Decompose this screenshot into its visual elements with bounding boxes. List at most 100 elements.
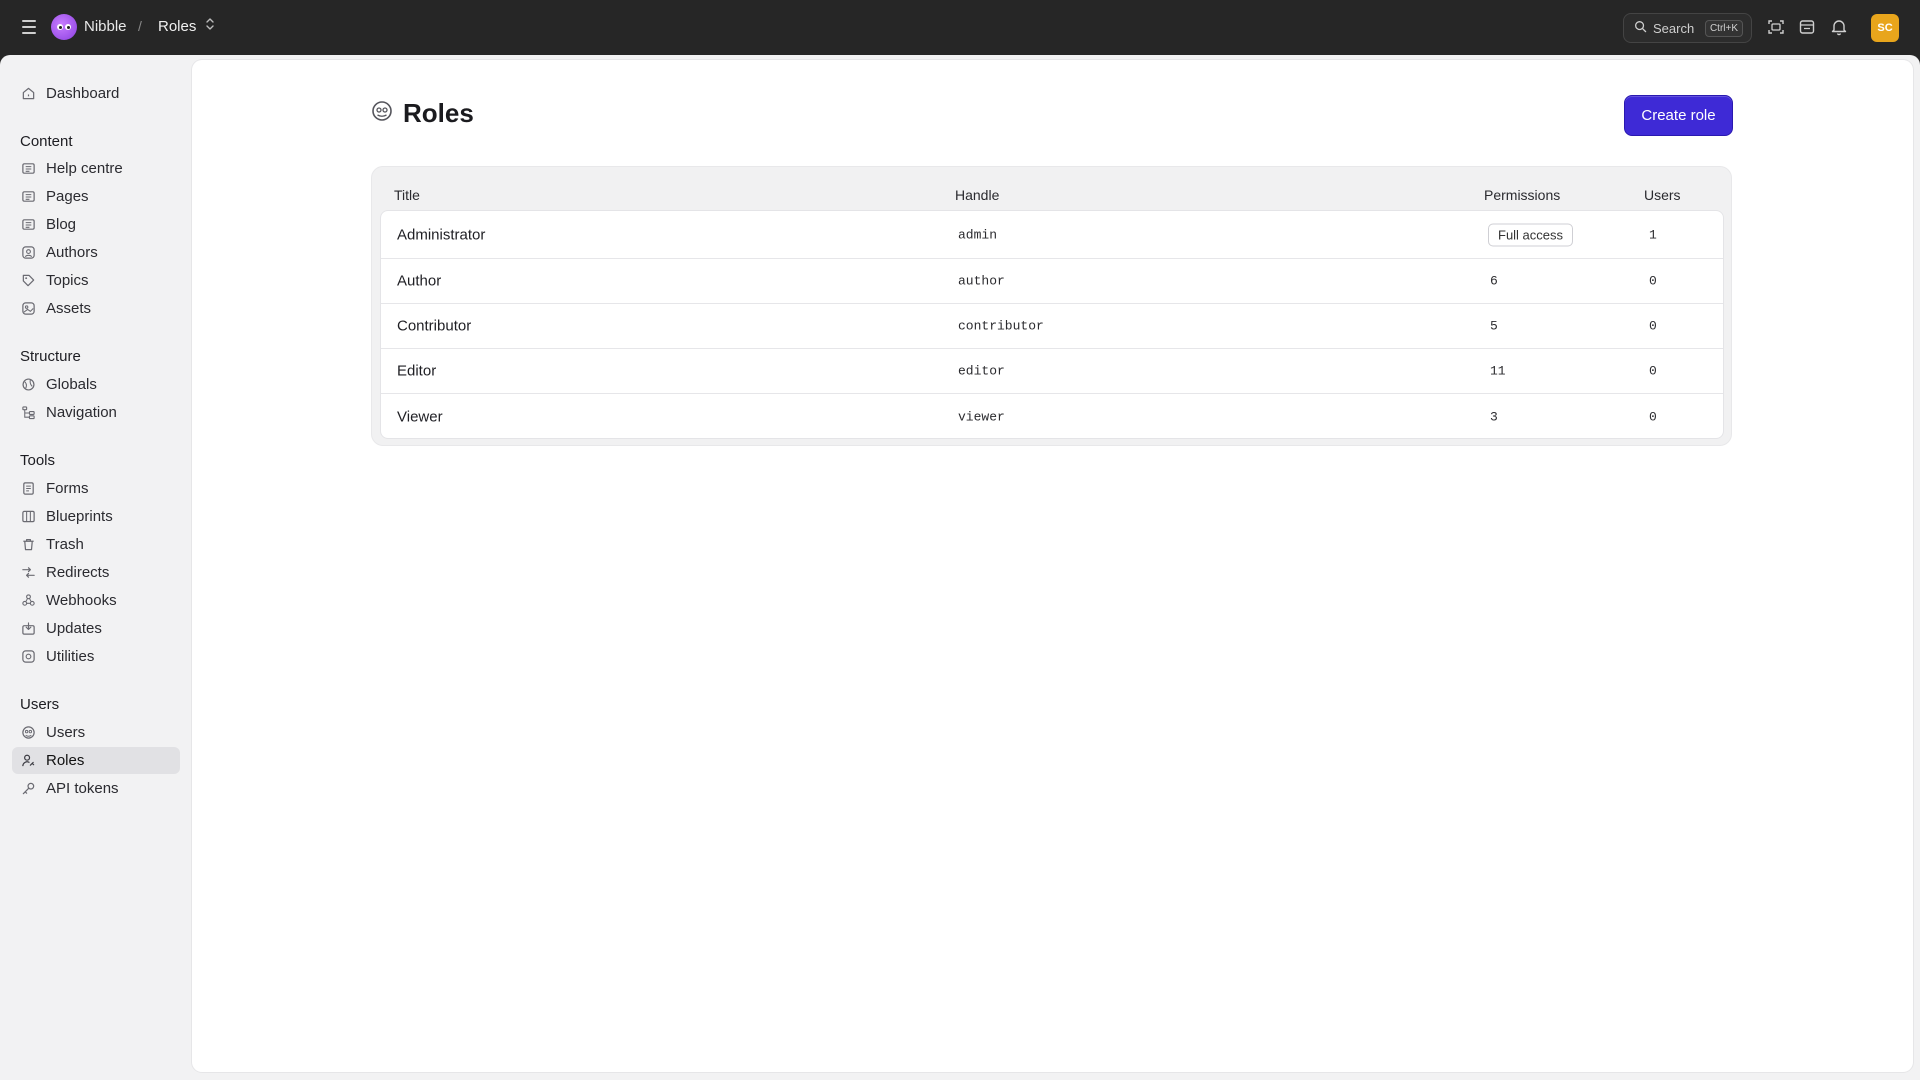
sidebar-item-label: Blog: [46, 216, 77, 233]
role-title-link[interactable]: Editor: [397, 363, 436, 380]
chevron-up-down-icon[interactable]: [203, 17, 217, 31]
sidebar-item-label: Forms: [46, 480, 89, 497]
sidebar-item-assets[interactable]: Assets: [12, 295, 180, 322]
table-row[interactable]: Editor editor 11 0: [381, 349, 1723, 394]
sidebar-item-help-centre[interactable]: Help centre: [12, 155, 180, 182]
user-circle-icon: [20, 245, 36, 261]
sidebar-item-dashboard[interactable]: Dashboard: [12, 80, 180, 107]
brand-logo-icon[interactable]: [51, 14, 77, 40]
sidebar-item-label: Users: [46, 724, 86, 741]
role-permissions-count: 3: [1490, 409, 1498, 424]
search-button[interactable]: Search Ctrl+K: [1623, 13, 1752, 43]
sidebar-section-tools: Tools: [20, 452, 56, 469]
role-handle: editor: [958, 363, 1005, 379]
key-icon: [20, 781, 36, 797]
sidebar-item-label: Topics: [46, 272, 89, 289]
sidebar-section-content: Content: [20, 133, 73, 150]
utilities-icon: [20, 649, 36, 665]
sidebar-item-api-tokens[interactable]: API tokens: [12, 775, 180, 802]
page-header: Roles: [371, 98, 474, 129]
role-title-link[interactable]: Viewer: [397, 408, 443, 425]
sidebar-item-label: Assets: [46, 300, 92, 317]
sidebar-item-forms[interactable]: Forms: [12, 475, 180, 502]
sidebar-item-label: Blueprints: [46, 508, 113, 525]
role-permissions-count: 5: [1490, 318, 1498, 334]
create-role-button[interactable]: Create role: [1624, 95, 1733, 136]
sidebar-item-label: Trash: [46, 536, 84, 553]
column-header-users[interactable]: Users: [1644, 187, 1681, 203]
column-header-permissions[interactable]: Permissions: [1484, 187, 1560, 203]
column-header-handle[interactable]: Handle: [955, 187, 999, 203]
user-key-icon: [20, 753, 36, 769]
sidebar-item-utilities[interactable]: Utilities: [12, 643, 180, 670]
table-row[interactable]: Viewer viewer 3 0: [381, 394, 1723, 438]
role-permissions-count: 6: [1490, 273, 1498, 289]
menu-toggle-icon[interactable]: [18, 16, 40, 38]
page-title: Roles: [403, 98, 474, 128]
sidebar-item-blog[interactable]: Blog: [12, 211, 180, 238]
main-panel: Roles Create role Title Handle Permissio…: [192, 60, 1913, 1072]
sidebar-item-label: Redirects: [46, 564, 110, 581]
role-users-count: 0: [1649, 273, 1657, 289]
sidebar-item-label: Dashboard: [46, 85, 120, 102]
app-frame: Dashboard Content Help centre Pages Blog…: [0, 55, 1920, 1080]
role-handle: author: [958, 273, 1005, 289]
role-handle: contributor: [958, 318, 1044, 334]
sidebar-item-roles[interactable]: Roles: [12, 747, 180, 774]
screen-capture-icon[interactable]: [1766, 17, 1786, 37]
site-preview-icon[interactable]: [1797, 17, 1817, 37]
sidebar-item-webhooks[interactable]: Webhooks: [12, 587, 180, 614]
globe-icon: [20, 377, 36, 393]
role-title-link[interactable]: Administrator: [397, 226, 485, 243]
search-shortcut: Ctrl+K: [1704, 19, 1743, 37]
role-handle: viewer: [958, 409, 1005, 424]
sidebar-item-updates[interactable]: Updates: [12, 615, 180, 642]
sidebar-item-pages[interactable]: Pages: [12, 183, 180, 210]
breadcrumb-separator: /: [138, 18, 142, 34]
table-row[interactable]: Author author 6 0: [381, 259, 1723, 304]
form-icon: [20, 481, 36, 497]
breadcrumb-current[interactable]: Roles: [158, 18, 196, 35]
sidebar-item-globals[interactable]: Globals: [12, 371, 180, 398]
sidebar-item-label: Roles: [46, 752, 85, 769]
sidebar-item-label: Navigation: [46, 404, 117, 421]
user-avatar[interactable]: SC: [1871, 14, 1899, 42]
sidebar-item-label: API tokens: [46, 780, 119, 797]
role-title-link[interactable]: Author: [397, 273, 441, 290]
assets-icon: [20, 301, 36, 317]
blueprint-icon: [20, 509, 36, 525]
permissions-badge: Full access: [1488, 223, 1574, 246]
sidebar-item-label: Webhooks: [46, 592, 117, 609]
search-icon: [1634, 20, 1647, 36]
sidebar-item-users[interactable]: Users: [12, 719, 180, 746]
sidebar-item-label: Globals: [46, 376, 97, 393]
sidebar-item-trash[interactable]: Trash: [12, 531, 180, 558]
role-permissions-count: 11: [1490, 363, 1506, 379]
sidebar-item-label: Help centre: [46, 160, 123, 177]
sidebar-item-label: Utilities: [46, 648, 95, 665]
role-users-count: 1: [1649, 227, 1657, 242]
role-handle: admin: [958, 227, 998, 242]
table-body: Administrator admin Full access 1 Author…: [380, 210, 1724, 439]
table-row[interactable]: Administrator admin Full access 1: [381, 211, 1723, 259]
sidebar-item-redirects[interactable]: Redirects: [12, 559, 180, 586]
sidebar-item-navigation[interactable]: Navigation: [12, 399, 180, 426]
roles-table: Title Handle Permissions Users Administr…: [371, 166, 1732, 446]
hierarchy-icon: [20, 405, 36, 421]
table-row[interactable]: Contributor contributor 5 0: [381, 304, 1723, 349]
top-bar: Nibble / Roles Search Ctrl+K SC: [0, 0, 1920, 55]
role-title-link[interactable]: Contributor: [397, 318, 471, 335]
sidebar-section-users: Users: [20, 696, 60, 713]
sidebar-item-authors[interactable]: Authors: [12, 239, 180, 266]
sidebar-item-topics[interactable]: Topics: [12, 267, 180, 294]
sidebar-item-label: Updates: [46, 620, 102, 637]
collection-icon: [20, 161, 36, 177]
sidebar-item-blueprints[interactable]: Blueprints: [12, 503, 180, 530]
column-header-title[interactable]: Title: [394, 187, 420, 203]
users-icon: [20, 725, 36, 741]
bell-icon[interactable]: [1829, 17, 1849, 37]
brand-name-link[interactable]: Nibble: [84, 18, 127, 35]
webhook-icon: [20, 593, 36, 609]
sidebar-section-structure: Structure: [20, 348, 81, 365]
role-users-count: 0: [1649, 318, 1657, 334]
